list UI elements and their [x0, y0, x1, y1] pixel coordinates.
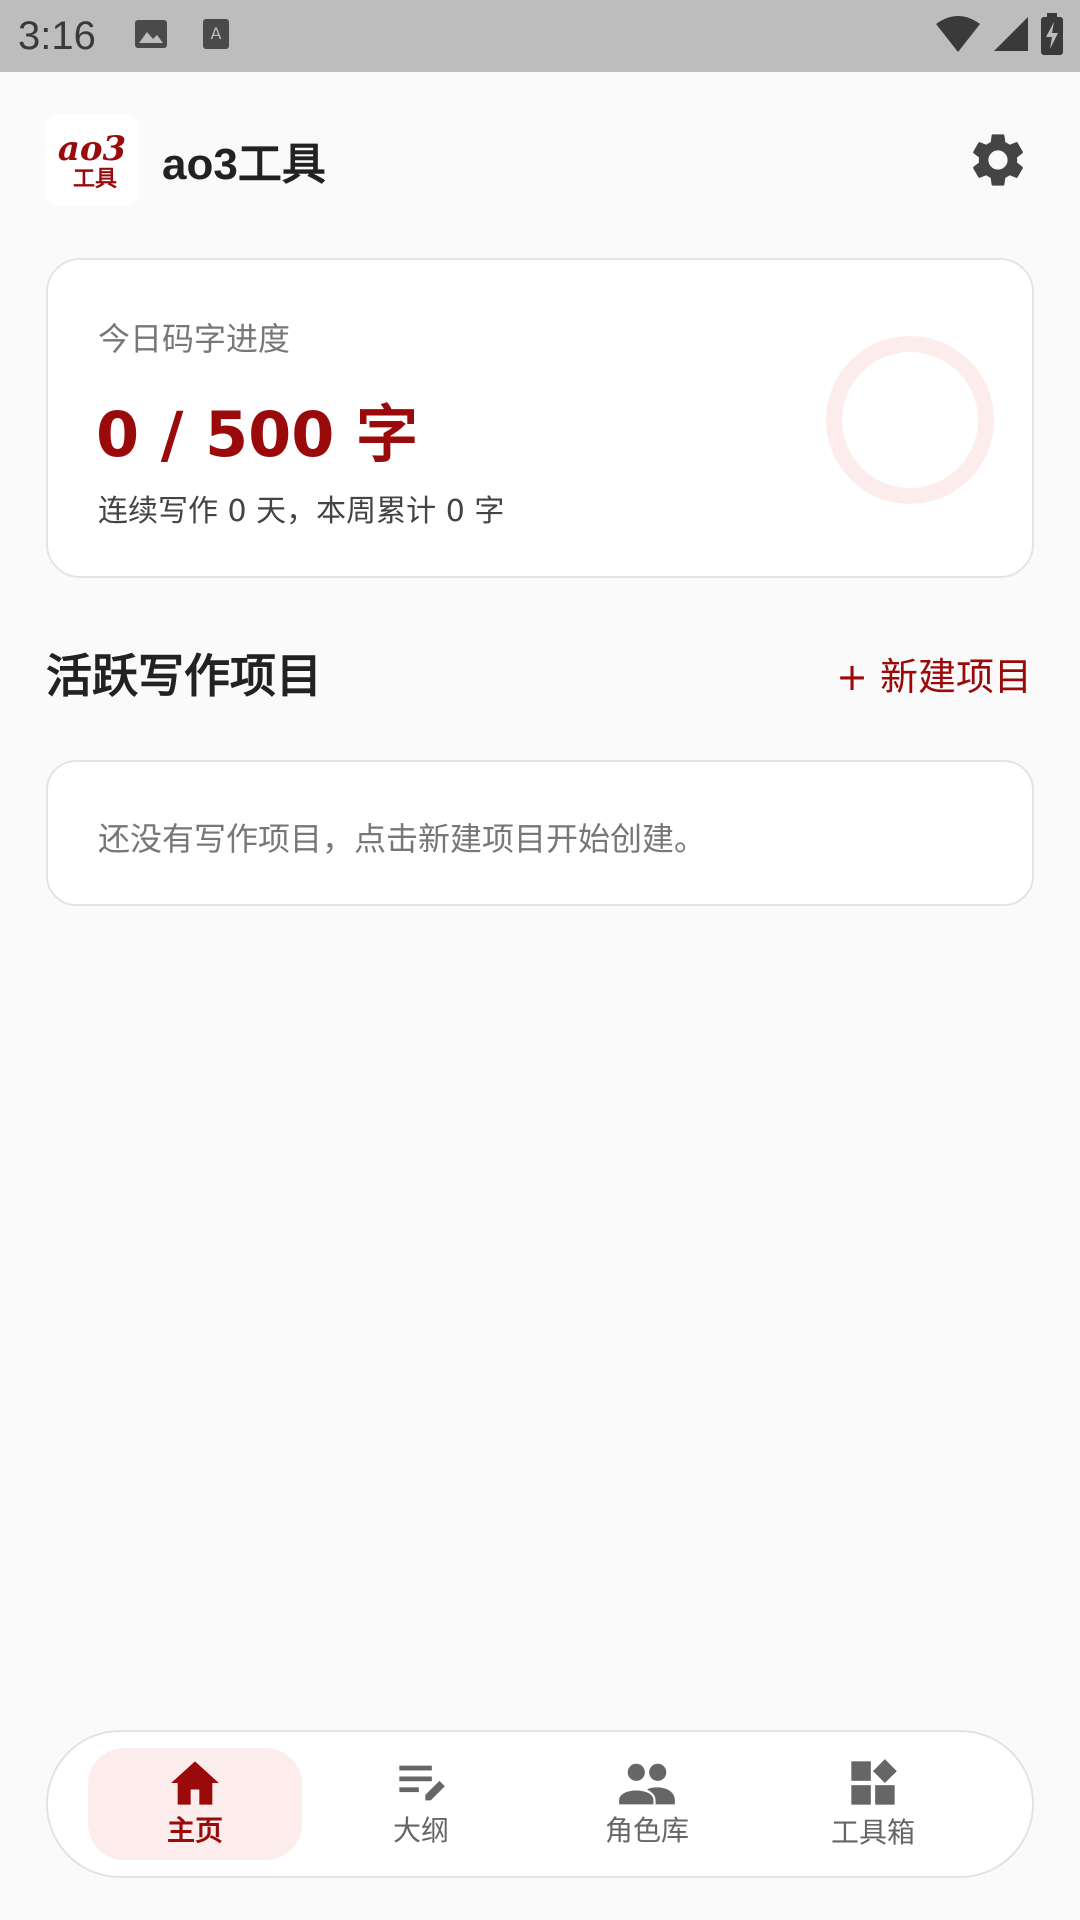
new-project-button[interactable]: + 新建项目	[836, 646, 1032, 701]
svg-text:ao3: ao3	[58, 129, 126, 169]
status-bar: 3:16 A	[0, 0, 1080, 72]
wifi-icon	[934, 14, 982, 58]
nav-label-outline: 大纲	[392, 1814, 449, 1847]
section-title-active-projects: 活跃写作项目	[46, 649, 322, 703]
nav-label-toolbox: 工具箱	[830, 1816, 915, 1849]
empty-projects-card: 还没有写作项目，点击新建项目开始创建。	[46, 760, 1034, 906]
nav-item-characters[interactable]: 角色库	[540, 1748, 754, 1860]
app-logo: ao3 工具	[46, 114, 138, 206]
progress-value: 0 / 500 字	[96, 398, 418, 471]
nav-item-home[interactable]: 主页	[88, 1748, 302, 1860]
progress-summary: 连续写作 0 天，本周累计 0 字	[98, 494, 505, 529]
battery-charging-icon	[1040, 13, 1064, 59]
nav-item-toolbox[interactable]: 工具箱	[766, 1748, 980, 1860]
outline-edit-icon	[399, 1765, 445, 1801]
gear-icon	[973, 134, 1023, 186]
app-title: ao3工具	[162, 140, 326, 189]
progress-label: 今日码字进度	[98, 320, 291, 358]
nav-item-outline[interactable]: 大纲	[314, 1748, 528, 1860]
image-notification-icon	[134, 19, 168, 53]
svg-text:A: A	[210, 24, 221, 43]
settings-button[interactable]	[960, 122, 1036, 198]
progress-ring	[826, 336, 994, 504]
nav-label-characters: 角色库	[604, 1814, 689, 1847]
nav-label-home: 主页	[166, 1814, 223, 1847]
widgets-icon	[851, 1759, 897, 1805]
cell-signal-icon	[992, 15, 1030, 57]
text-notification-icon: A	[202, 18, 230, 54]
people-icon	[619, 1763, 675, 1805]
bottom-nav: 主页 大纲 角色库 工具箱	[46, 1730, 1034, 1878]
app-header: ao3 工具 ao3工具	[46, 114, 1036, 206]
home-icon	[171, 1761, 219, 1805]
daily-progress-card: 今日码字进度 0 / 500 字 连续写作 0 天，本周累计 0 字	[46, 258, 1034, 578]
status-time: 3:16	[18, 13, 96, 58]
empty-projects-message: 还没有写作项目，点击新建项目开始创建。	[98, 820, 707, 858]
svg-text:工具: 工具	[73, 167, 117, 192]
